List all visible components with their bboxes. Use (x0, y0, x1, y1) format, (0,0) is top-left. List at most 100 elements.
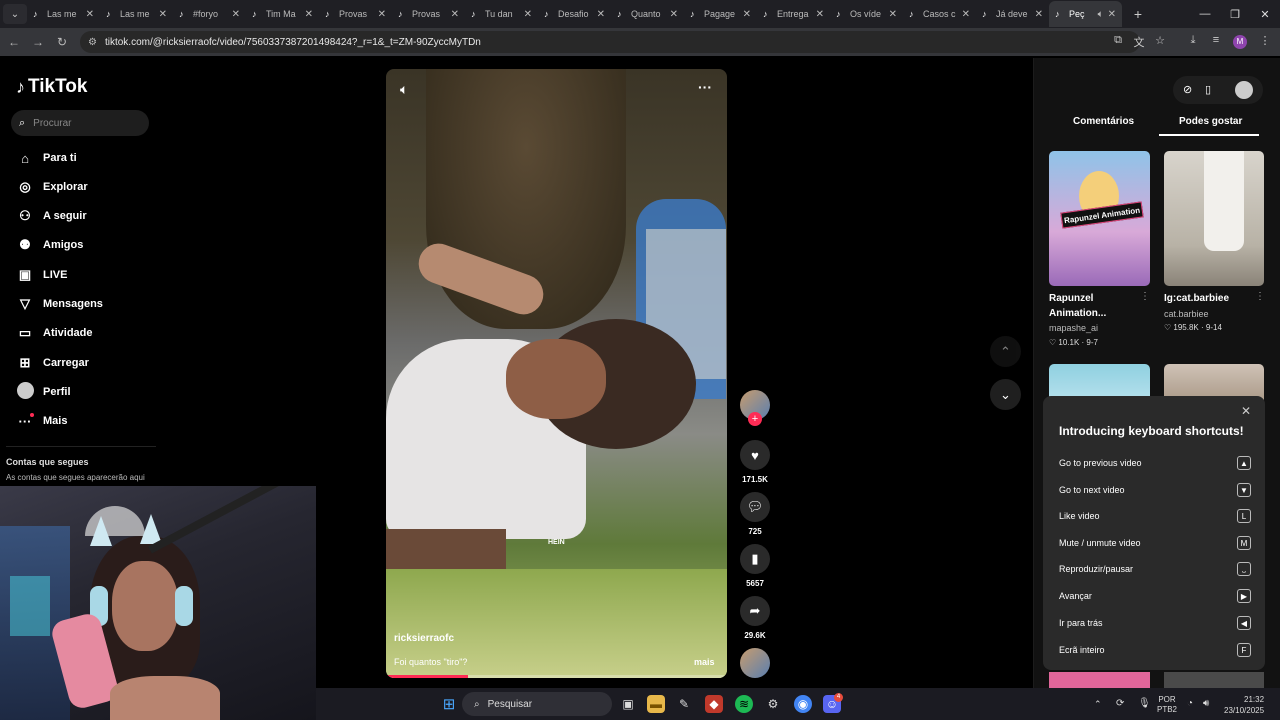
close-icon[interactable]: ✕ (1241, 404, 1251, 418)
music-disc-button[interactable] (739, 648, 771, 678)
close-icon[interactable]: ✕ (597, 9, 605, 20)
browser-tab[interactable]: ♪ Já deve ✕ (976, 1, 1049, 27)
sidebar-item-live[interactable]: ▣ LIVE (16, 266, 68, 284)
forward-icon[interactable]: → (26, 35, 50, 49)
tab-suggested[interactable]: Podes gostar (1179, 116, 1242, 127)
file-explorer-icon[interactable]: ▬ (647, 695, 665, 713)
browser-tab[interactable]: ♪ Provas ✕ (319, 1, 392, 27)
card-more-icon[interactable]: ⋮ (1140, 291, 1150, 302)
sidebar-item-atividade[interactable]: ▭ Atividade (16, 324, 93, 342)
close-icon[interactable]: ✕ (159, 9, 167, 20)
search-input[interactable]: ⌕ Procurar (11, 110, 149, 136)
close-icon[interactable]: ✕ (524, 9, 532, 20)
caption-more-link[interactable]: mais (694, 657, 715, 667)
clock[interactable]: 21:32 23/10/2025 (1224, 694, 1264, 716)
browser-tab[interactable]: ♪ Tim Ma ✕ (246, 1, 319, 27)
windows-start-icon[interactable]: ⊞ (440, 695, 458, 713)
sidebar-item-para-ti[interactable]: ⌂ Para ti (16, 149, 77, 167)
site-info-icon[interactable]: ⚙ (88, 37, 97, 48)
volume-icon[interactable]: 🔈︎ (400, 81, 408, 98)
close-icon[interactable]: ✕ (1035, 9, 1043, 20)
compass-icon[interactable]: ⊘ (1183, 83, 1192, 96)
browser-tab[interactable]: ♪ Las me ✕ (27, 1, 100, 27)
sidebar-item-mais[interactable]: ··· Mais (16, 412, 68, 430)
network-app-icon[interactable]: ⟳ (1116, 698, 1124, 709)
close-icon[interactable]: ✕ (232, 9, 240, 20)
card-title[interactable]: Rapunzel Animation... (1049, 291, 1106, 321)
media-control-icon[interactable]: ≡ (1208, 34, 1224, 46)
share-button[interactable]: ➦ 29.6K (739, 596, 771, 640)
close-window-button[interactable]: ✕ (1250, 0, 1280, 28)
like-button[interactable]: ♥ 171.5K (739, 440, 771, 484)
close-icon[interactable]: ✕ (962, 9, 970, 20)
close-icon[interactable]: ✕ (816, 9, 824, 20)
suggested-video-thumbnail[interactable] (1164, 151, 1264, 286)
sidebar-item-mensagens[interactable]: ▽ Mensagens (16, 295, 103, 313)
close-icon[interactable]: ✕ (1108, 9, 1116, 20)
new-tab-button[interactable]: + (1128, 6, 1148, 22)
browser-tab[interactable]: ♪ Entrega ✕ (757, 1, 830, 27)
url-field[interactable]: ⚙ tiktok.com/@ricksierraofc/video/756033… (80, 31, 1140, 53)
steam-icon[interactable]: ⚙ (764, 695, 782, 713)
notepad-icon[interactable]: ✎ (675, 695, 693, 713)
card-title[interactable]: Ig:cat.barbiee (1164, 291, 1229, 306)
sidebar-item-carregar[interactable]: ⊞ Carregar (16, 354, 89, 372)
close-icon[interactable]: ✕ (889, 9, 897, 20)
tiktok-logo[interactable]: ♪ TikTok (16, 76, 87, 98)
browser-tab[interactable]: ♪ Quanto ✕ (611, 1, 684, 27)
install-app-icon[interactable]: ⧉ (1110, 34, 1126, 47)
language-indicator[interactable]: POR PTB2 (1157, 695, 1177, 715)
back-icon[interactable]: ← (2, 35, 26, 49)
save-button[interactable]: ▮ 5657 (739, 544, 771, 588)
taskbar-search[interactable]: ⌕ Pesquisar (462, 692, 612, 716)
follow-plus-icon[interactable]: + (748, 412, 762, 426)
spotify-icon[interactable]: ≋ (735, 695, 753, 713)
speaker-icon[interactable]: 🔈︎ (1098, 9, 1104, 20)
avatar[interactable] (1235, 81, 1253, 99)
task-view-icon[interactable]: ▣ (619, 695, 637, 713)
more-options-icon[interactable]: ··· (698, 79, 712, 95)
minimize-button[interactable]: — (1190, 0, 1220, 28)
browser-tab[interactable]: ♪ Tu dan ✕ (465, 1, 538, 27)
suggested-video-thumbnail[interactable] (1049, 672, 1150, 688)
close-icon[interactable]: ✕ (378, 9, 386, 20)
chrome-icon[interactable]: ◉ (794, 695, 812, 713)
microphone-icon[interactable]: 🎙︎ (1138, 698, 1151, 709)
wifi-icon[interactable]: ◔ (1187, 698, 1193, 709)
close-icon[interactable]: ✕ (743, 9, 751, 20)
download-icon[interactable]: ⤓ (1185, 34, 1201, 47)
app-icon[interactable]: ◆ (705, 695, 723, 713)
tab-comments[interactable]: Comentários (1073, 116, 1134, 127)
comment-button[interactable]: 💬︎ 725 (739, 492, 771, 536)
browser-tab[interactable]: ♪ Provas ✕ (392, 1, 465, 27)
card-user[interactable]: cat.barbiee (1164, 309, 1209, 319)
browser-tab[interactable]: ♪ Las me ✕ (100, 1, 173, 27)
browser-tab[interactable]: ♪ #foryo ✕ (173, 1, 246, 27)
profile-avatar[interactable]: M (1233, 35, 1247, 49)
browser-tab-active[interactable]: ♪ Peç 🔈︎ ✕ (1049, 1, 1122, 27)
close-icon[interactable]: ✕ (86, 9, 94, 20)
author-avatar-button[interactable]: + (739, 390, 771, 426)
sidebar-item-a-seguir[interactable]: ⚇ A seguir (16, 207, 86, 225)
video-author[interactable]: ricksierraofc (394, 633, 454, 644)
next-video-button[interactable]: ⌄ (990, 379, 1021, 410)
suggested-video-thumbnail[interactable] (1164, 672, 1264, 688)
sidebar-item-explorar[interactable]: ◎ Explorar (16, 178, 87, 196)
browser-tab[interactable]: ♪ Pagage ✕ (684, 1, 757, 27)
sidebar-item-perfil[interactable]: Perfil (16, 382, 71, 401)
browser-tab[interactable]: ♪ Desafio ✕ (538, 1, 611, 27)
close-icon[interactable]: ✕ (305, 9, 313, 20)
device-icon[interactable]: ▯ (1205, 83, 1211, 96)
close-icon[interactable]: ✕ (670, 9, 678, 20)
menu-dots-icon[interactable]: ⋮ (1257, 34, 1273, 47)
chevron-up-icon[interactable]: ⌃ (1094, 699, 1102, 710)
translate-icon[interactable]: 文 (1131, 34, 1147, 50)
restore-button[interactable]: ❐ (1220, 0, 1250, 28)
browser-tab[interactable]: ♪ Casos c ✕ (903, 1, 976, 27)
previous-video-button[interactable]: ⌃ (990, 336, 1021, 367)
close-icon[interactable]: ✕ (451, 9, 459, 20)
video-player[interactable]: 🔈︎ ··· HEIN ricksierraofc Foi quantos "t… (386, 69, 727, 678)
card-user[interactable]: mapashe_ai (1049, 323, 1098, 333)
browser-tab[interactable]: ♪ Os víde ✕ (830, 1, 903, 27)
sidebar-item-amigos[interactable]: ⚉ Amigos (16, 236, 83, 254)
